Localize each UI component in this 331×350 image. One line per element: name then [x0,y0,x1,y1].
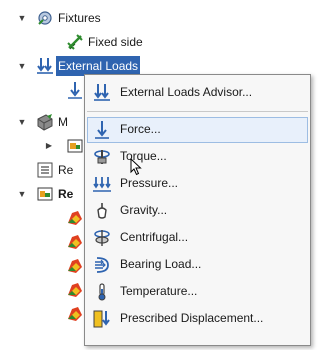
result-plot-icon [66,209,84,227]
menu-item-temperature[interactable]: Temperature... [85,278,310,305]
tree-item-label: Fixtures [58,11,101,25]
result-plot-icon [66,281,84,299]
tree-item-label: External Loads [56,56,141,76]
thermometer-icon [92,282,112,302]
tree-item-label: M [58,115,68,129]
tree-item-load-child[interactable] [0,80,84,100]
menu-item-label: Force... [120,122,161,136]
menu-item-pressure[interactable]: Pressure... [85,170,310,197]
chevron-right-icon[interactable]: ▶ [44,136,54,156]
tree-item-label: Re [58,163,74,177]
menu-item-label: Centrifugal... [120,230,189,244]
result-plot-icon [66,305,84,323]
result-plot-icon [66,257,84,275]
report-icon [36,161,54,179]
tree-item-report[interactable]: Re [0,160,84,180]
result-plot-icon [66,233,84,251]
tree-item-results[interactable]: ▼ Re [0,184,84,204]
torque-icon [92,147,112,167]
menu-item-label: Torque... [120,149,167,163]
tree-item-mesh-child[interactable]: ▶ [0,136,84,156]
menu-item-bearing-load[interactable]: Bearing Load... [85,251,310,278]
tree-item-result-plot[interactable] [0,256,84,276]
fixed-geometry-icon [66,33,84,51]
menu-item-label: External Loads Advisor... [120,85,253,99]
centrifugal-icon [92,228,112,248]
prescribed-displacement-icon [92,309,112,329]
external-loads-icon [36,57,54,75]
force-icon [92,120,112,140]
tree-item-fixed-side[interactable]: Fixed side [0,32,200,52]
menu-item-torque[interactable]: Torque... [85,143,310,170]
menu-item-external-loads-advisor[interactable]: External Loads Advisor... [85,79,310,106]
results-folder-icon [36,185,54,203]
menu-item-label: Bearing Load... [120,257,202,271]
chevron-down-icon[interactable]: ▼ [17,8,27,28]
pressure-icon [92,174,112,194]
bearing-load-icon [92,255,112,275]
fixtures-icon [36,9,54,27]
tree-item-result-plot[interactable] [0,208,84,228]
result-folder-icon [66,137,84,155]
tree-item-result-plot[interactable] [0,304,84,324]
tree-item-mesh[interactable]: ▼ M [0,112,84,132]
chevron-down-icon[interactable]: ▼ [17,112,27,132]
menu-item-prescribed-displacement[interactable]: Prescribed Displacement... [85,305,310,332]
tree-item-external-loads[interactable]: ▼ External Loads [0,56,200,76]
mesh-icon [36,113,54,131]
gravity-icon [92,201,112,221]
external-loads-advisor-icon [92,83,112,103]
tree-item-label: Re [58,187,74,201]
chevron-down-icon[interactable]: ▼ [17,184,27,204]
menu-item-gravity[interactable]: Gravity... [85,197,310,224]
tree-item-fixtures[interactable]: ▼ Fixtures [0,8,200,28]
tree-item-result-plot[interactable] [0,280,84,300]
menu-separator [87,111,308,112]
context-menu: External Loads Advisor... Force... Torqu… [84,74,311,346]
menu-item-centrifugal[interactable]: Centrifugal... [85,224,310,251]
chevron-down-icon[interactable]: ▼ [17,56,27,76]
tree-item-label: Fixed side [88,35,143,49]
menu-item-label: Temperature... [120,284,198,298]
tree-item-result-plot[interactable] [0,232,84,252]
mouse-pointer-icon [130,157,142,179]
force-icon [66,81,84,99]
menu-item-label: Prescribed Displacement... [120,311,264,325]
menu-item-label: Gravity... [120,203,168,217]
menu-item-label: Pressure... [120,176,179,190]
menu-item-force[interactable]: Force... [85,116,310,143]
